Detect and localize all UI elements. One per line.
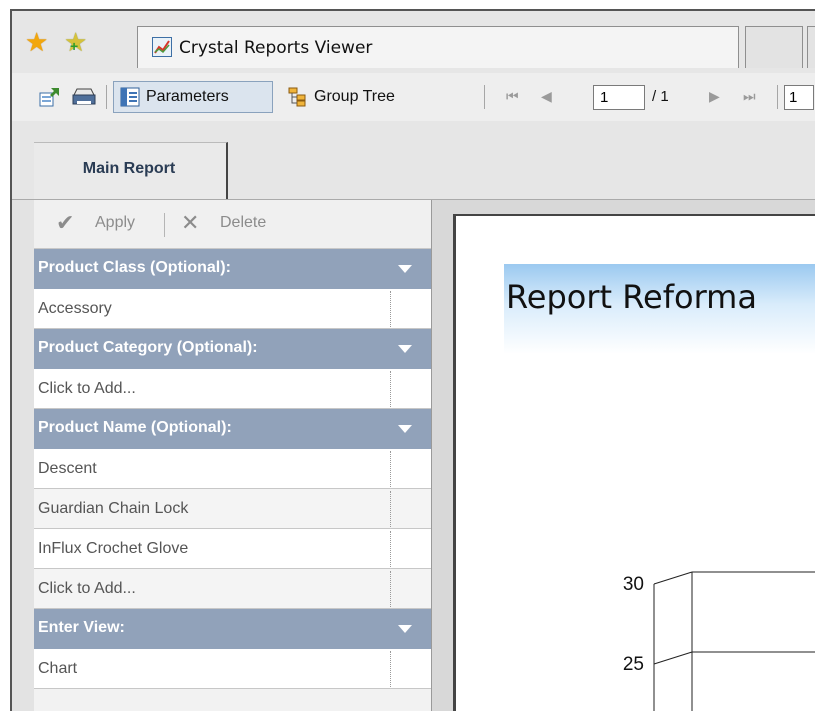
chart: 30 25: [623, 571, 815, 711]
chevron-down-icon[interactable]: [398, 345, 412, 353]
zoom-input[interactable]: 1: [784, 85, 814, 110]
param-value-text: Accessory: [38, 300, 112, 317]
param-value-click-to-add[interactable]: Click to Add...: [34, 569, 431, 609]
report-canvas[interactable]: Report Reforma 30 25: [432, 200, 815, 711]
chart-y-tick-label: 25: [623, 654, 644, 675]
group-tree-label: Group Tree: [314, 88, 395, 105]
new-tab-button[interactable]: [745, 26, 803, 68]
chart-gridline-depth: [653, 651, 693, 665]
param-value[interactable]: InFlux Crochet Glove: [34, 529, 431, 569]
param-value-text: Chart: [38, 660, 78, 677]
toolbar-separator: [777, 85, 778, 109]
param-value[interactable]: Descent: [34, 449, 431, 489]
report-page: Report Reforma 30 25: [453, 214, 815, 711]
param-value-text: Click to Add...: [38, 580, 136, 597]
param-header-product-name[interactable]: Product Name (Optional):: [34, 409, 431, 449]
chevron-down-icon[interactable]: [398, 425, 412, 433]
param-header-enter-view[interactable]: Enter View:: [34, 609, 431, 649]
browser-tab-active[interactable]: Crystal Reports Viewer: [137, 26, 739, 68]
param-header-product-category[interactable]: Product Category (Optional):: [34, 329, 431, 369]
apply-check-icon[interactable]: ✔: [56, 212, 74, 234]
tab-main-report[interactable]: Main Report: [34, 142, 228, 199]
row-divider: [390, 531, 391, 567]
chart-y-ticks: 30 25: [623, 574, 644, 675]
param-header-label: Enter View:: [38, 619, 125, 636]
param-value-click-to-add[interactable]: Click to Add...: [34, 369, 431, 409]
param-value-text: InFlux Crochet Glove: [38, 540, 189, 557]
chevron-down-icon[interactable]: [398, 625, 412, 633]
param-value[interactable]: Accessory: [34, 289, 431, 329]
export-icon[interactable]: [39, 87, 61, 107]
page-number-input[interactable]: 1: [593, 85, 645, 110]
browser-tab-bar: ★ ★ + Crystal Reports Viewer: [12, 11, 815, 74]
crystal-reports-icon: [152, 37, 172, 57]
print-icon[interactable]: [72, 87, 96, 107]
param-value[interactable]: Guardian Chain Lock: [34, 489, 431, 529]
add-favorite-icon[interactable]: ★ +: [64, 29, 87, 55]
browser-tab-title: Crystal Reports Viewer: [179, 38, 373, 58]
last-page-icon[interactable]: ⏭: [743, 89, 756, 103]
parameter-actions: ✔ Apply ✕ Delete: [34, 200, 431, 249]
row-divider: [390, 571, 391, 607]
page-count-label: / 1: [652, 88, 669, 105]
param-header-label: Product Class (Optional):: [38, 259, 231, 276]
chart-axes: [653, 571, 815, 711]
param-value[interactable]: Chart: [34, 649, 431, 689]
delete-x-icon[interactable]: ✕: [181, 212, 199, 234]
param-value-text: Guardian Chain Lock: [38, 500, 189, 517]
row-divider: [390, 371, 391, 407]
param-value-text: Click to Add...: [38, 380, 136, 397]
toolbar-separator: [484, 85, 485, 109]
param-header-label: Product Name (Optional):: [38, 419, 232, 436]
parameters-button[interactable]: Parameters: [113, 81, 273, 113]
favorites-star-icon[interactable]: ★: [25, 29, 48, 55]
parameters-panel: ✔ Apply ✕ Delete Product Class (Optional…: [34, 200, 432, 711]
action-separator: [164, 213, 165, 237]
toolbar-separator: [106, 85, 107, 109]
tab-main-report-label: Main Report: [82, 160, 176, 177]
app-window: ★ ★ + Crystal Reports Viewer Parameters …: [10, 9, 815, 711]
row-divider: [390, 651, 391, 687]
browser-tab-partial[interactable]: [807, 26, 815, 68]
chevron-down-icon[interactable]: [398, 265, 412, 273]
group-tree-icon: [288, 87, 308, 107]
param-header-label: Product Category (Optional):: [38, 339, 258, 356]
viewer-toolbar: Parameters Group Tree ⏮ ◀ 1 / 1 ▶ ⏭ 1: [12, 73, 815, 122]
group-tree-button[interactable]: Group Tree: [282, 81, 462, 113]
chart-gridline-depth: [653, 571, 693, 585]
chart-y-tick-label: 30: [623, 574, 644, 595]
row-divider: [390, 291, 391, 327]
row-divider: [390, 491, 391, 527]
param-header-product-class[interactable]: Product Class (Optional):: [34, 249, 431, 289]
previous-page-icon[interactable]: ◀: [541, 89, 552, 103]
first-page-icon[interactable]: ⏮: [506, 89, 519, 103]
apply-button[interactable]: Apply: [95, 214, 135, 232]
next-page-icon[interactable]: ▶: [709, 89, 720, 103]
row-divider: [390, 451, 391, 487]
parameters-label: Parameters: [146, 88, 229, 105]
report-tab-strip: Main Report: [12, 121, 815, 200]
delete-button[interactable]: Delete: [220, 214, 266, 232]
parameters-icon: [120, 87, 140, 107]
param-value-text: Descent: [38, 460, 97, 477]
